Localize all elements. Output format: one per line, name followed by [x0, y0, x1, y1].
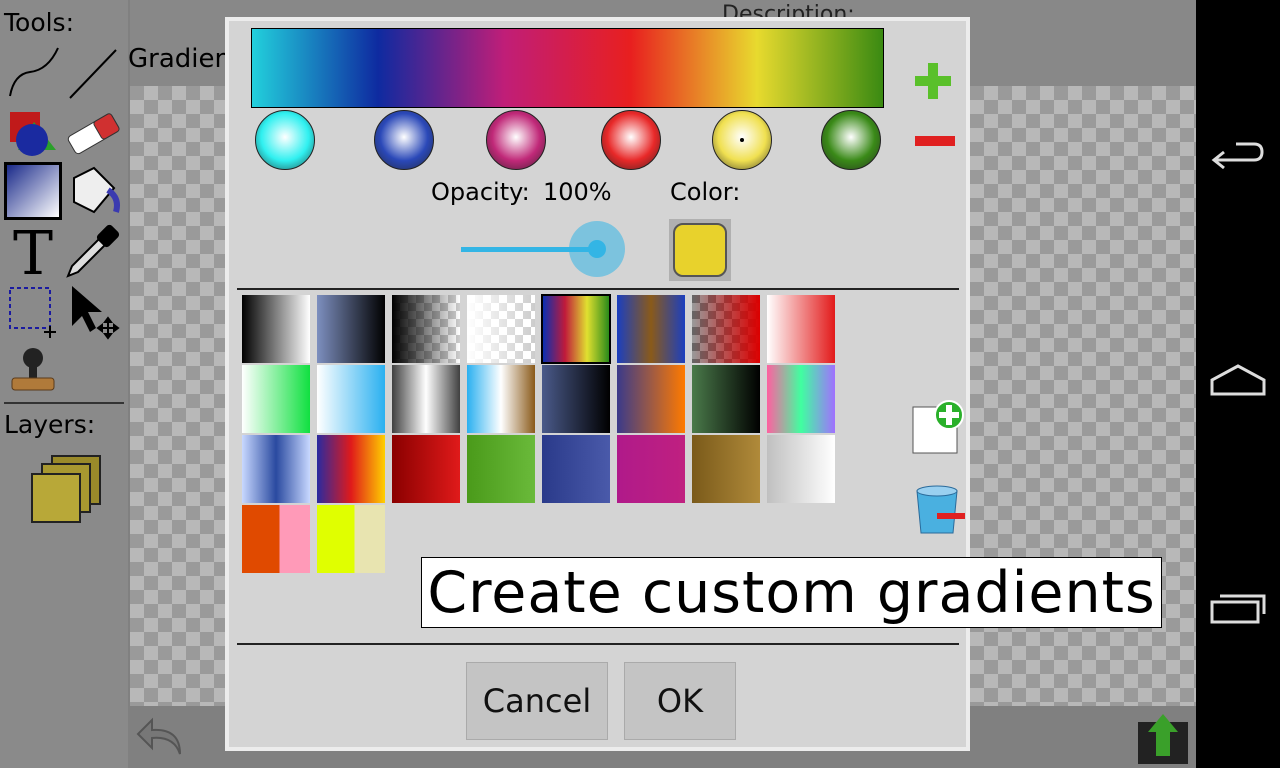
- recent-apps-icon: [1210, 594, 1266, 624]
- selected-stop-marker: [740, 138, 744, 142]
- gradient-stop-3[interactable]: [486, 110, 546, 170]
- gradient-preset[interactable]: [692, 365, 760, 433]
- gradient-preset[interactable]: [617, 295, 685, 363]
- gradient-preset[interactable]: [617, 365, 685, 433]
- gradient-preset[interactable]: [767, 365, 835, 433]
- gradient-preset[interactable]: [467, 365, 535, 433]
- remove-stop-icon[interactable]: [915, 134, 955, 148]
- curve-tool[interactable]: [4, 44, 62, 102]
- select-tool[interactable]: [4, 282, 62, 340]
- gradient-icon: [7, 165, 59, 217]
- gradient-stop-2[interactable]: [374, 110, 434, 170]
- android-nav-bar: [1196, 0, 1280, 768]
- gradient-stop-6[interactable]: [821, 110, 881, 170]
- gradient-preset[interactable]: [317, 505, 385, 573]
- eraser-tool[interactable]: [64, 104, 122, 162]
- gradient-stop-5[interactable]: [712, 110, 772, 170]
- gradient-preset[interactable]: [542, 435, 610, 503]
- gradient-preset[interactable]: [242, 505, 310, 573]
- eraser-icon: [67, 113, 120, 155]
- add-stop-icon[interactable]: [913, 61, 953, 101]
- shapes-tool[interactable]: [4, 104, 62, 162]
- eyedropper-icon: [66, 224, 120, 278]
- opacity-value: 100%: [543, 178, 612, 206]
- gradient-preset[interactable]: [317, 435, 385, 503]
- gradient-editor-dialog: Opacity: 100% Color: Cancel OK: [225, 17, 970, 751]
- gradient-preset[interactable]: [392, 435, 460, 503]
- export-icon[interactable]: [1134, 708, 1192, 766]
- bucket-icon: [73, 166, 120, 214]
- home-icon: [1210, 364, 1266, 396]
- line-tool[interactable]: [64, 44, 122, 102]
- delete-gradient-button[interactable]: [909, 479, 965, 535]
- gradient-preset[interactable]: [392, 295, 460, 363]
- layers-button[interactable]: [30, 452, 104, 526]
- gradient-stop-4[interactable]: [601, 110, 661, 170]
- color-label: Color:: [670, 178, 741, 206]
- tooltip: Create custom gradients: [421, 557, 1162, 628]
- new-gradient-button[interactable]: [909, 399, 965, 455]
- gradient-preset[interactable]: [767, 295, 835, 363]
- layers-icon: [31, 455, 101, 523]
- line-icon: [69, 49, 117, 99]
- gradient-preset[interactable]: [467, 435, 535, 503]
- text-icon: T: [13, 219, 53, 289]
- tool-name-label: Gradien: [128, 44, 231, 74]
- opacity-slider-thumb[interactable]: [569, 221, 625, 277]
- tools-label: Tools:: [4, 8, 75, 37]
- tools-panel: Tools: T Layers:: [0, 0, 128, 768]
- cancel-button[interactable]: Cancel: [466, 662, 608, 740]
- gradient-preset[interactable]: [242, 435, 310, 503]
- stamp-tool[interactable]: [4, 342, 62, 400]
- opacity-label: Opacity:: [431, 178, 530, 206]
- gradient-preset[interactable]: [317, 365, 385, 433]
- gradient-preset[interactable]: [392, 365, 460, 433]
- fill-tool[interactable]: [64, 162, 122, 220]
- gradient-preset[interactable]: [242, 365, 310, 433]
- gradient-preset[interactable]: [317, 295, 385, 363]
- bottom-divider: [237, 643, 959, 645]
- stamp-icon: [11, 348, 55, 391]
- back-icon: [1211, 142, 1264, 170]
- gradient-preset[interactable]: [692, 295, 760, 363]
- tools-separator: [4, 402, 124, 404]
- gradient-stop-1[interactable]: [255, 110, 315, 170]
- gradient-preset[interactable]: [242, 295, 310, 363]
- trash-icon: [916, 485, 965, 534]
- color-picker-button[interactable]: [669, 219, 731, 281]
- move-tool[interactable]: [64, 282, 122, 340]
- ok-button[interactable]: OK: [624, 662, 736, 740]
- move-icon: [72, 286, 120, 340]
- back-button[interactable]: [1196, 116, 1280, 200]
- gradient-preset[interactable]: [617, 435, 685, 503]
- gradient-preset[interactable]: [541, 294, 611, 364]
- gradient-preview-bar[interactable]: [251, 28, 884, 108]
- current-color-swatch: [673, 223, 727, 277]
- new-document-icon: [912, 400, 964, 454]
- svg-text:T: T: [13, 222, 53, 280]
- top-divider: [237, 288, 959, 290]
- gradient-preset[interactable]: [692, 435, 760, 503]
- gradient-preset[interactable]: [467, 295, 535, 363]
- selection-icon: [9, 287, 56, 338]
- recent-apps-button[interactable]: [1196, 568, 1280, 652]
- undo-icon[interactable]: [134, 710, 190, 760]
- curve-icon: [9, 47, 59, 97]
- home-button[interactable]: [1196, 342, 1280, 426]
- gradient-preset[interactable]: [767, 435, 835, 503]
- eyedropper-tool[interactable]: [64, 222, 122, 280]
- gradient-tool[interactable]: [4, 162, 62, 220]
- layers-label: Layers:: [4, 410, 96, 439]
- text-tool[interactable]: T: [4, 219, 62, 289]
- shapes-icon: [10, 112, 56, 156]
- gradient-preset[interactable]: [542, 365, 610, 433]
